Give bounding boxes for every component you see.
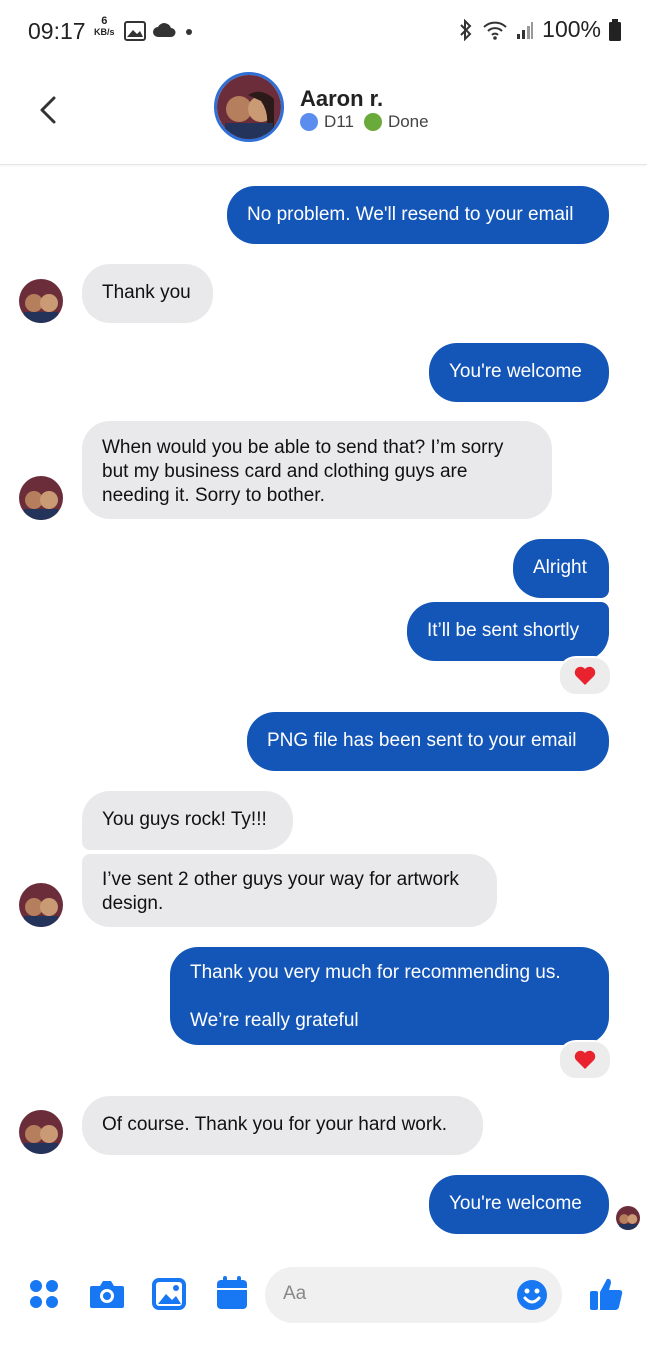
network-speed-unit: KB/s	[94, 27, 115, 37]
tag-dot-blue	[300, 113, 318, 131]
calendar-icon[interactable]	[216, 1276, 248, 1310]
message-bubble-incoming[interactable]: I’ve sent 2 other guys your way for artw…	[82, 854, 497, 927]
message-bubble-outgoing[interactable]: PNG file has been sent to your email	[247, 712, 609, 771]
apps-icon[interactable]	[28, 1278, 60, 1310]
reaction-badge[interactable]	[558, 1040, 612, 1080]
composer-bar: Aa	[0, 1262, 647, 1332]
bluetooth-icon	[460, 18, 472, 41]
tag-label-done[interactable]: Done	[388, 112, 429, 132]
status-time: 09:17	[28, 18, 86, 44]
gallery-icon[interactable]	[152, 1278, 186, 1310]
heart-icon	[574, 1050, 596, 1069]
message-input-placeholder: Aa	[283, 1283, 307, 1304]
message-bubble-outgoing[interactable]: No problem. We'll resend to your email	[227, 186, 609, 244]
camera-icon[interactable]	[89, 1279, 125, 1309]
contact-avatar-small[interactable]	[19, 883, 63, 927]
gallery-notification-icon	[124, 21, 146, 41]
seen-avatar	[616, 1206, 640, 1230]
message-bubble-outgoing[interactable]: Alright	[513, 539, 609, 598]
message-bubble-outgoing[interactable]: Thank you very much for recommending us.…	[170, 947, 609, 1045]
cloud-icon	[153, 23, 176, 37]
message-bubble-outgoing[interactable]: It’ll be sent shortly	[407, 602, 609, 661]
back-arrow-icon[interactable]	[30, 90, 70, 130]
conversation-header: Aaron r. D11 Done	[0, 64, 647, 165]
message-bubble-incoming[interactable]: You guys rock! Ty!!!	[82, 791, 293, 850]
contact-tags: D11 Done	[300, 112, 429, 132]
tag-dot-green	[363, 113, 382, 131]
system-nav-area	[0, 1340, 647, 1366]
emoji-icon[interactable]	[516, 1279, 548, 1311]
battery-percent: 100%	[542, 16, 601, 42]
contact-avatar-small[interactable]	[19, 1110, 63, 1154]
network-speed-value: 6	[101, 15, 108, 27]
contact-name[interactable]: Aaron r.	[300, 86, 383, 112]
contact-avatar-small[interactable]	[19, 279, 63, 323]
network-speed: 6 KB/s	[94, 16, 115, 38]
heart-icon	[574, 666, 596, 685]
battery-icon	[609, 18, 621, 41]
contact-avatar-small[interactable]	[19, 476, 63, 520]
message-bubble-outgoing[interactable]: You're welcome	[429, 343, 609, 402]
tag-label-d11[interactable]: D11	[324, 112, 354, 132]
reaction-badge[interactable]	[558, 656, 612, 696]
message-bubble-incoming[interactable]: When would you be able to send that? I’m…	[82, 421, 552, 519]
contact-avatar[interactable]	[214, 72, 284, 142]
message-bubble-outgoing[interactable]: You're welcome	[429, 1175, 609, 1234]
wifi-icon	[483, 21, 507, 40]
message-bubble-incoming[interactable]: Thank you	[82, 264, 213, 323]
notification-dot-icon	[186, 29, 192, 35]
signal-icon	[517, 21, 534, 39]
status-bar: 09:17 6 KB/s 100%	[0, 0, 647, 64]
message-bubble-incoming[interactable]: Of course. Thank you for your hard work.	[82, 1096, 483, 1155]
thumbs-up-icon[interactable]	[588, 1276, 624, 1312]
status-right: 100%	[458, 16, 621, 43]
message-input[interactable]: Aa	[265, 1267, 562, 1323]
